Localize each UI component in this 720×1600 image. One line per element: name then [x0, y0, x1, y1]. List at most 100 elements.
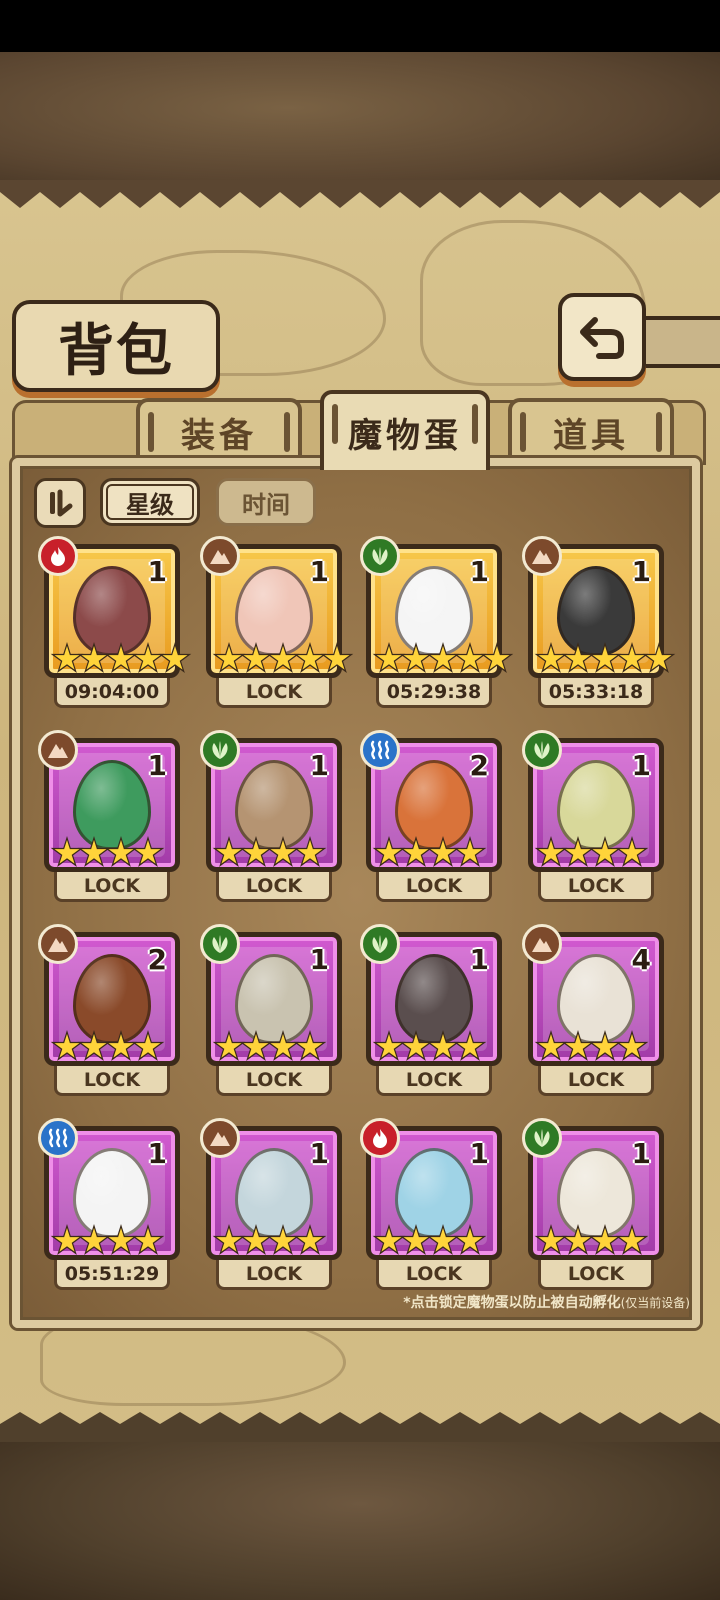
- egg-count: 1: [631, 555, 651, 588]
- tab-items-label: 道具: [553, 415, 629, 456]
- star-icon: [561, 642, 595, 674]
- star-icon: [320, 642, 354, 674]
- egg-count: 2: [147, 943, 167, 976]
- sort-by-stars-label: 星级: [126, 490, 174, 519]
- star-icon: [453, 836, 487, 868]
- egg-card[interactable]: 1 LOCK: [360, 924, 502, 1108]
- star-icon: [615, 836, 649, 868]
- star-icon: [212, 1030, 246, 1062]
- star-icon: [453, 1224, 487, 1256]
- earth-element-icon: [48, 744, 68, 758]
- lock-label: LOCK: [405, 1068, 463, 1091]
- star-icon: [534, 836, 568, 868]
- sort-order-button[interactable]: [34, 478, 86, 528]
- star-icon: [615, 1030, 649, 1062]
- egg-card[interactable]: 1 LOCK: [200, 924, 342, 1108]
- egg-count: 1: [147, 749, 167, 782]
- star-icon: [104, 1030, 138, 1062]
- sort-by-time-button[interactable]: 时间: [216, 478, 316, 526]
- egg-card[interactable]: 2 LOCK: [38, 924, 180, 1108]
- star-rating: [372, 836, 487, 868]
- star-icon: [588, 1030, 622, 1062]
- map-background-bottom: [0, 1440, 720, 1600]
- egg-card[interactable]: 1 LOCK: [522, 730, 664, 914]
- egg-card[interactable]: 2 LOCK: [360, 730, 502, 914]
- egg-card[interactable]: 1 LOCK: [200, 536, 354, 720]
- grass-element-badge: [360, 536, 400, 576]
- tab-items[interactable]: 道具: [508, 398, 674, 462]
- star-icon: [131, 1224, 165, 1256]
- lock-button[interactable]: LOCK: [216, 1260, 332, 1290]
- star-icon: [50, 642, 84, 674]
- lock-button[interactable]: LOCK: [216, 678, 332, 708]
- hatch-timer: 09:04:00: [54, 678, 170, 708]
- star-icon: [131, 642, 165, 674]
- monster-egg-icon: [557, 954, 635, 1044]
- grass-element-icon: [212, 741, 228, 759]
- star-icon: [50, 836, 84, 868]
- star-rating: [212, 642, 354, 674]
- lock-button[interactable]: LOCK: [54, 1066, 170, 1096]
- lock-button[interactable]: LOCK: [376, 1260, 492, 1290]
- egg-count: 1: [309, 943, 329, 976]
- fire-element-badge: [360, 1118, 400, 1158]
- star-icon: [399, 836, 433, 868]
- lock-button[interactable]: LOCK: [376, 1066, 492, 1096]
- sort-by-stars-button[interactable]: 星级: [100, 478, 200, 526]
- star-icon: [293, 1224, 327, 1256]
- monster-egg-icon: [235, 760, 313, 850]
- lock-label: LOCK: [245, 874, 303, 897]
- monster-egg-icon: [235, 566, 313, 656]
- lock-button[interactable]: LOCK: [216, 872, 332, 902]
- tab-monster-eggs[interactable]: 魔物蛋: [320, 390, 490, 470]
- star-icon: [239, 1224, 273, 1256]
- lock-button[interactable]: LOCK: [216, 1066, 332, 1096]
- star-icon: [104, 1224, 138, 1256]
- grass-element-icon: [534, 741, 550, 759]
- lock-button[interactable]: LOCK: [538, 1260, 654, 1290]
- tab-monster-eggs-label: 魔物蛋: [348, 415, 462, 456]
- egg-card[interactable]: 4 LOCK: [522, 924, 664, 1108]
- egg-card[interactable]: 1 LOCK: [522, 1118, 664, 1302]
- star-icon: [426, 836, 460, 868]
- sort-by-time-label: 时间: [242, 490, 290, 519]
- egg-count: 1: [469, 1137, 489, 1170]
- back-button[interactable]: [558, 293, 646, 381]
- egg-card[interactable]: 1 LOCK: [200, 730, 342, 914]
- lock-button[interactable]: LOCK: [538, 1066, 654, 1096]
- egg-card[interactable]: 1 09:04:00: [38, 536, 192, 720]
- monster-egg-icon: [235, 1148, 313, 1238]
- egg-card[interactable]: 1 05:33:18: [522, 536, 676, 720]
- lock-button[interactable]: LOCK: [376, 872, 492, 902]
- water-element-icon: [48, 1128, 68, 1148]
- star-icon: [212, 1224, 246, 1256]
- earth-element-badge: [200, 536, 240, 576]
- sort-order-icon: [50, 489, 73, 517]
- star-icon: [561, 1224, 595, 1256]
- lock-hint-text: *点击锁定魔物蛋以防止被自动孵化: [403, 1295, 621, 1311]
- egg-card[interactable]: 1 05:51:29: [38, 1118, 180, 1302]
- tab-equipment[interactable]: 装备: [136, 398, 302, 462]
- water-element-badge: [360, 730, 400, 770]
- star-icon: [212, 836, 246, 868]
- page-title-plate: 背包: [12, 300, 220, 392]
- page-title: 背包: [58, 317, 174, 384]
- star-icon: [372, 1224, 406, 1256]
- monster-egg-icon: [395, 566, 473, 656]
- star-icon: [534, 1224, 568, 1256]
- egg-card[interactable]: 1 LOCK: [360, 1118, 502, 1302]
- star-icon: [131, 1030, 165, 1062]
- star-icon: [615, 1224, 649, 1256]
- egg-card[interactable]: 1 LOCK: [200, 1118, 342, 1302]
- lock-label: LOCK: [405, 874, 463, 897]
- egg-card[interactable]: 1 05:29:38: [360, 536, 514, 720]
- lock-hint-suffix: (仅当前设备): [620, 1296, 690, 1310]
- star-icon: [158, 642, 192, 674]
- zigzag-edge-bottom: [0, 1412, 720, 1442]
- lock-button[interactable]: LOCK: [54, 872, 170, 902]
- star-icon: [50, 1030, 84, 1062]
- star-icon: [588, 836, 622, 868]
- water-element-icon: [370, 740, 390, 760]
- lock-button[interactable]: LOCK: [538, 872, 654, 902]
- egg-card[interactable]: 1 LOCK: [38, 730, 180, 914]
